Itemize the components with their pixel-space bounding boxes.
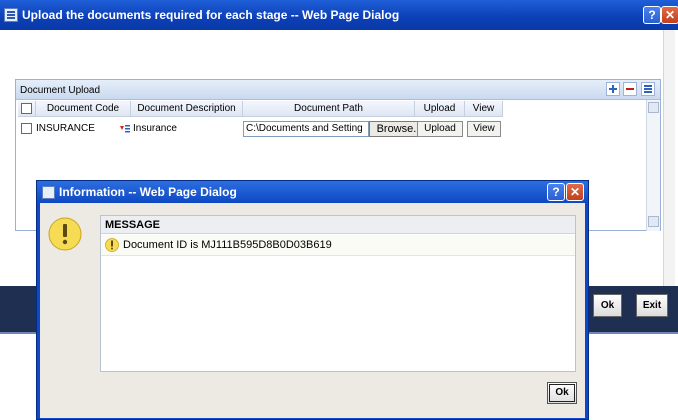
message-header: MESSAGE — [101, 216, 575, 234]
document-code-value: INSURANCE — [36, 123, 95, 134]
dialog-close-icon[interactable]: ✕ — [566, 183, 584, 201]
row-checkbox[interactable] — [21, 123, 32, 134]
add-row-icon[interactable] — [606, 82, 620, 96]
ok-button[interactable]: Ok — [593, 294, 622, 317]
warning-small-icon — [105, 238, 119, 252]
message-text: Document ID is MJ111B595D8B0D03B619 — [123, 239, 332, 251]
message-panel: MESSAGE Document ID is MJ111B595D8B0D03B… — [100, 215, 576, 372]
dialog-titlebar: Information -- Web Page Dialog ? ✕ — [37, 181, 588, 203]
upload-button[interactable]: Upload — [417, 121, 463, 137]
help-icon[interactable]: ? — [643, 6, 661, 24]
close-icon[interactable]: ✕ — [661, 6, 678, 24]
dialog-ok-button[interactable]: Ok — [547, 382, 577, 404]
dialog-title: Information -- Web Page Dialog — [59, 185, 237, 199]
dialog-page-icon — [42, 186, 55, 199]
document-description-value: Insurance — [133, 123, 177, 134]
column-header-document-path: Document Path — [243, 101, 415, 117]
column-header-upload: Upload — [415, 101, 465, 117]
panel-title: Document Upload — [20, 85, 101, 96]
column-header-document-code: Document Code — [36, 101, 131, 117]
dialog-body: MESSAGE Document ID is MJ111B595D8B0D03B… — [40, 203, 585, 418]
message-row: Document ID is MJ111B595D8B0D03B619 — [101, 235, 575, 256]
select-all-checkbox[interactable] — [21, 103, 32, 114]
window-title: Upload the documents required for each s… — [22, 8, 400, 22]
scroll-down-arrow[interactable] — [648, 216, 659, 227]
grid-view-icon[interactable] — [641, 82, 655, 96]
document-path-input[interactable]: C:\Documents and Setting — [243, 121, 369, 137]
lookup-icon[interactable] — [119, 123, 131, 135]
column-header-view: View — [465, 101, 503, 117]
exit-button[interactable]: Exit — [636, 294, 668, 317]
header-select-cell — [18, 101, 36, 117]
dialog-help-icon[interactable]: ? — [547, 183, 565, 201]
scroll-up-arrow[interactable] — [648, 102, 659, 113]
window-page-icon — [4, 8, 18, 22]
panel-header: Document Upload — [16, 80, 660, 100]
delete-row-icon[interactable] — [623, 82, 637, 96]
panel-scrollbar[interactable] — [646, 100, 660, 231]
column-header-document-description: Document Description — [131, 101, 243, 117]
warning-icon — [48, 217, 82, 251]
window-titlebar: Upload the documents required for each s… — [0, 0, 678, 30]
view-button[interactable]: View — [467, 121, 501, 137]
window-scrollbar[interactable] — [663, 30, 675, 288]
information-dialog: Information -- Web Page Dialog ? ✕ MESSA… — [36, 180, 589, 420]
